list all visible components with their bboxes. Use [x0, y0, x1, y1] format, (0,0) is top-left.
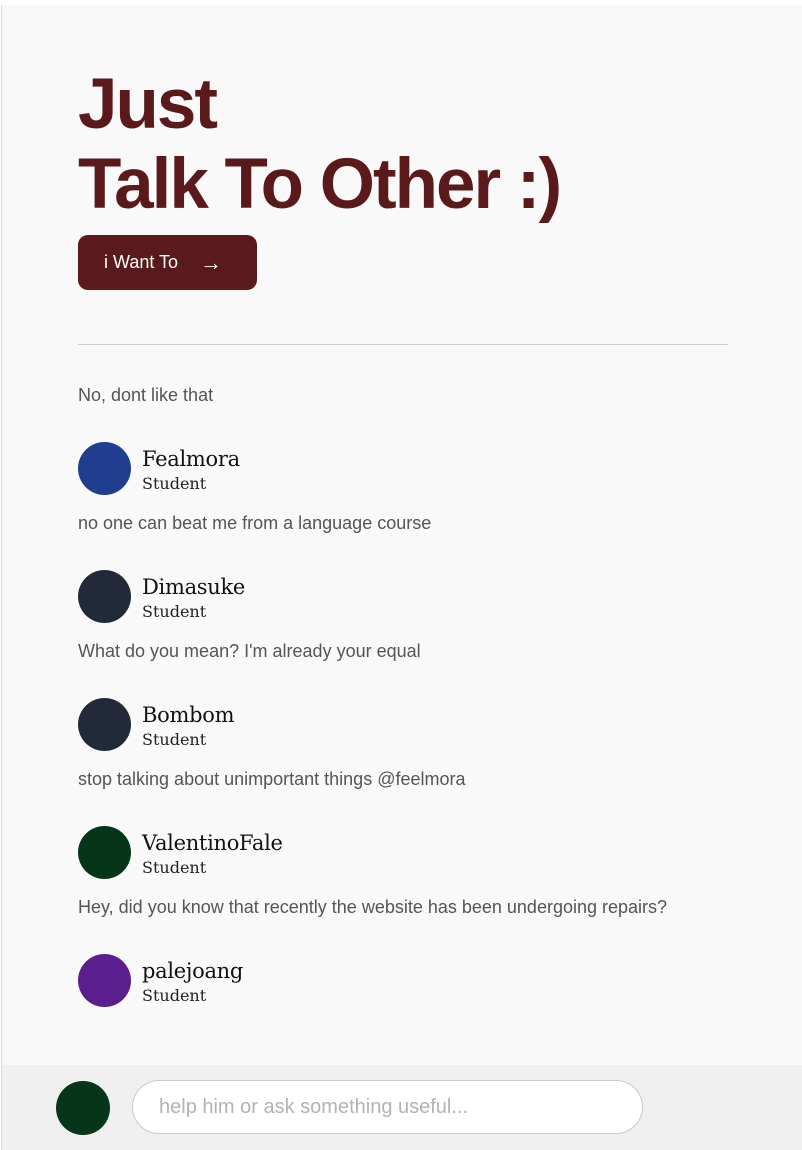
message-item: Student No, dont like that — [78, 377, 758, 439]
message-item: Dimasuke Student What do you mean? I'm a… — [78, 567, 758, 695]
divider — [78, 344, 728, 345]
avatar — [78, 954, 131, 1007]
message-text: stop talking about unimportant things @f… — [78, 769, 466, 789]
user-name: ValentinoFale — [142, 831, 283, 855]
avatar — [78, 826, 131, 879]
composer-bar — [2, 1065, 802, 1150]
i-want-to-label: i Want To — [104, 252, 179, 272]
title-line-2: Talk To Other :) — [78, 145, 562, 224]
user-role: Student — [142, 602, 207, 621]
i-want-to-button[interactable]: i Want To → — [78, 235, 257, 290]
message-item: ValentinoFale Student Hey, did you know … — [78, 823, 758, 951]
avatar — [78, 570, 131, 623]
hero-section: Just Talk To Other :) — [78, 65, 562, 225]
page-title: Just Talk To Other :) — [78, 65, 562, 225]
message-text: Hey, did you know that recently the webs… — [78, 897, 668, 917]
message-text: No, dont like that — [78, 385, 214, 405]
message-item: Fealmora Student no one can beat me from… — [78, 439, 758, 567]
message-item: Bombom Student stop talking about unimpo… — [78, 695, 758, 823]
message-text: no one can beat me from a language cours… — [78, 513, 432, 533]
user-name: Fealmora — [142, 447, 240, 471]
arrow-right-icon: → — [200, 249, 223, 275]
message-text: What do you mean? I'm already your equal — [78, 641, 421, 661]
message-list: Student No, dont like that Fealmora Stud… — [78, 377, 758, 1065]
message-input[interactable] — [132, 1080, 643, 1134]
user-name: Dimasuke — [142, 575, 246, 599]
user-role: Student — [142, 474, 207, 493]
message-item: palejoang Student — [78, 951, 758, 1065]
avatar — [56, 1081, 110, 1135]
user-role: Student — [142, 730, 207, 749]
user-name: palejoang — [142, 959, 244, 983]
title-line-1: Just — [78, 65, 218, 144]
avatar — [78, 442, 131, 495]
user-role: Student — [142, 986, 207, 1005]
avatar — [78, 698, 131, 751]
user-name: Bombom — [142, 703, 235, 727]
message-feed[interactable]: Student No, dont like that Fealmora Stud… — [2, 377, 802, 1065]
chat-page: Just Talk To Other :) i Want To → Studen… — [1, 5, 802, 1150]
user-role: Student — [142, 858, 207, 877]
